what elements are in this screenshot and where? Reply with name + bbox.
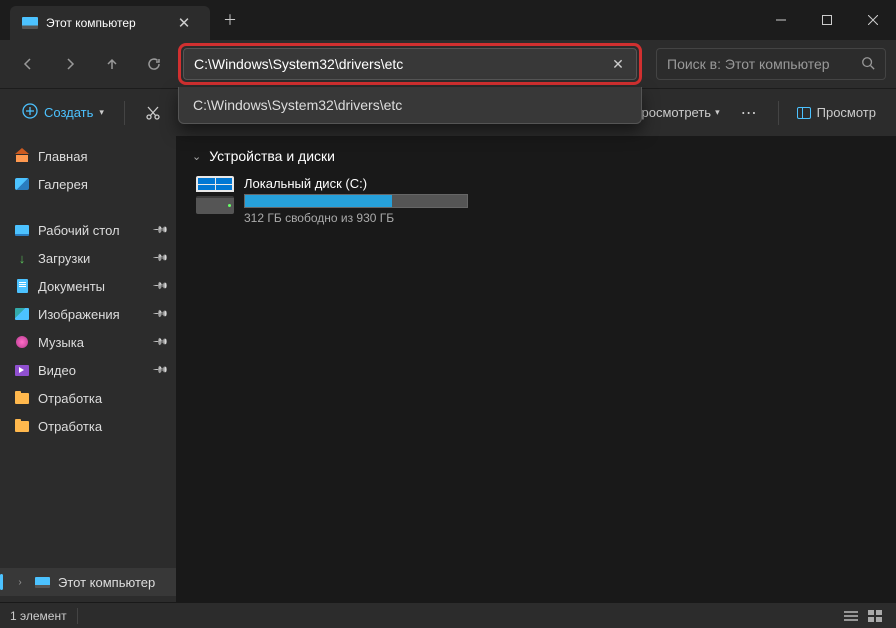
group-header-devices[interactable]: ⌄ Устройства и диски — [192, 144, 880, 168]
sidebar-item-pc[interactable]: › Этот компьютер — [0, 568, 176, 596]
music-icon — [14, 334, 30, 350]
pin-icon: 📌 — [151, 222, 168, 239]
video-icon — [14, 362, 30, 378]
sidebar-item-label: Отработка — [38, 419, 166, 434]
pin-icon: 📌 — [151, 362, 168, 379]
sidebar-item-video[interactable]: Видео 📌 — [0, 356, 176, 384]
search-icon — [861, 56, 875, 73]
titlebar: Этот компьютер ✕ ＋ — [0, 0, 896, 40]
preview-pane-button[interactable]: Просмотр — [789, 101, 884, 124]
sidebar-item-home[interactable]: Главная — [0, 142, 176, 170]
drive-info: Локальный диск (C:) 312 ГБ свободно из 93… — [244, 176, 468, 225]
sidebar-item-folder[interactable]: Отработка — [0, 412, 176, 440]
navigation-bar: ✕ C:\Windows\System32\drivers\etc Поиск … — [0, 40, 896, 88]
group-title: Устройства и диски — [209, 148, 335, 164]
up-button[interactable] — [94, 46, 130, 82]
more-button[interactable]: ⋯ — [732, 95, 768, 131]
expand-icon: › — [14, 577, 26, 588]
sidebar-item-label: Изображения — [38, 307, 146, 322]
sidebar-item-label: Этот компьютер — [58, 575, 166, 590]
address-bar[interactable]: ✕ — [183, 48, 637, 80]
pin-icon: 📌 — [151, 334, 168, 351]
plus-circle-icon — [22, 103, 38, 122]
pin-icon: 📌 — [151, 250, 168, 267]
sidebar-item-label: Отработка — [38, 391, 166, 406]
file-explorer-window: Этот компьютер ✕ ＋ ✕ C:\Windows\System32… — [0, 0, 896, 628]
img-icon — [14, 306, 30, 322]
sidebar-item-label: Документы — [38, 279, 146, 294]
sidebar-item-label: Загрузки — [38, 251, 146, 266]
sidebar-item-label: Рабочий стол — [38, 223, 146, 238]
download-icon: ↓ — [14, 250, 30, 266]
sidebar-item-doc[interactable]: Документы 📌 — [0, 272, 176, 300]
cut-button[interactable] — [135, 95, 171, 131]
tab-title: Этот компьютер — [46, 16, 136, 30]
status-bar: 1 элемент — [0, 602, 896, 628]
navigation-sidebar: ГлавнаяГалереяРабочий стол📌↓Загрузки📌Док… — [0, 136, 176, 602]
window-controls — [758, 0, 896, 40]
address-autocomplete: C:\Windows\System32\drivers\etc — [178, 87, 642, 124]
separator — [124, 101, 125, 125]
address-bar-container: ✕ C:\Windows\System32\drivers\etc — [178, 43, 642, 85]
sidebar-item-label: Галерея — [38, 177, 166, 192]
minimize-button[interactable] — [758, 0, 804, 40]
pc-icon — [34, 574, 50, 590]
folder-icon — [14, 418, 30, 434]
view-toggle — [840, 607, 886, 625]
sidebar-item-download[interactable]: ↓ Загрузки 📌 — [0, 244, 176, 272]
monitor-icon — [22, 17, 38, 29]
sidebar-item-label: Главная — [38, 149, 166, 164]
new-tab-button[interactable]: ＋ — [210, 0, 250, 40]
details-view-button[interactable] — [840, 607, 862, 625]
new-label: Создать — [44, 105, 93, 120]
close-tab-button[interactable]: ✕ — [170, 9, 198, 37]
drive-name: Локальный диск (C:) — [244, 176, 468, 191]
separator — [77, 608, 78, 624]
pin-icon: 📌 — [151, 278, 168, 295]
sidebar-item-gallery[interactable]: Галерея — [0, 170, 176, 198]
sidebar-item-folder[interactable]: Отработка — [0, 384, 176, 412]
close-window-button[interactable] — [850, 0, 896, 40]
chevron-down-icon: ⌄ — [192, 150, 201, 163]
content-pane: ⌄ Устройства и диски Локальный диск (C:)… — [176, 136, 896, 602]
tab-this-pc[interactable]: Этот компьютер ✕ — [10, 6, 210, 40]
forward-button[interactable] — [52, 46, 88, 82]
back-button[interactable] — [10, 46, 46, 82]
gallery-icon — [14, 176, 30, 192]
maximize-button[interactable] — [804, 0, 850, 40]
pin-icon: 📌 — [151, 306, 168, 323]
chevron-down-icon: ▾ — [99, 107, 104, 118]
search-placeholder: Поиск в: Этот компьютер — [667, 56, 861, 72]
folder-icon — [14, 390, 30, 406]
item-count: 1 элемент — [10, 609, 67, 623]
drive-icon — [196, 176, 234, 214]
main-area: ГлавнаяГалереяРабочий стол📌↓Загрузки📌Док… — [0, 136, 896, 602]
sidebar-item-music[interactable]: Музыка 📌 — [0, 328, 176, 356]
new-button[interactable]: Создать ▾ — [12, 99, 114, 126]
drive-item[interactable]: Локальный диск (C:) 312 ГБ свободно из 93… — [192, 168, 472, 233]
tiles-view-button[interactable] — [864, 607, 886, 625]
drive-free-text: 312 ГБ свободно из 930 ГБ — [244, 211, 468, 225]
search-bar[interactable]: Поиск в: Этот компьютер — [656, 48, 886, 80]
sidebar-item-label: Видео — [38, 363, 146, 378]
preview-pane-icon — [797, 107, 811, 119]
clear-address-button[interactable]: ✕ — [604, 50, 632, 78]
autocomplete-item[interactable]: C:\Windows\System32\drivers\etc — [179, 87, 641, 123]
sidebar-item-desktop[interactable]: Рабочий стол 📌 — [0, 216, 176, 244]
doc-icon — [14, 278, 30, 294]
desktop-icon — [14, 222, 30, 238]
sidebar-item-label: Музыка — [38, 335, 146, 350]
drive-usage-bar — [244, 194, 468, 208]
separator — [778, 101, 779, 125]
home-icon — [14, 148, 30, 164]
address-highlight: ✕ — [178, 43, 642, 85]
sidebar-item-img[interactable]: Изображения 📌 — [0, 300, 176, 328]
refresh-button[interactable] — [136, 46, 172, 82]
chevron-down-icon: ▾ — [715, 107, 720, 118]
address-input[interactable] — [194, 56, 604, 72]
